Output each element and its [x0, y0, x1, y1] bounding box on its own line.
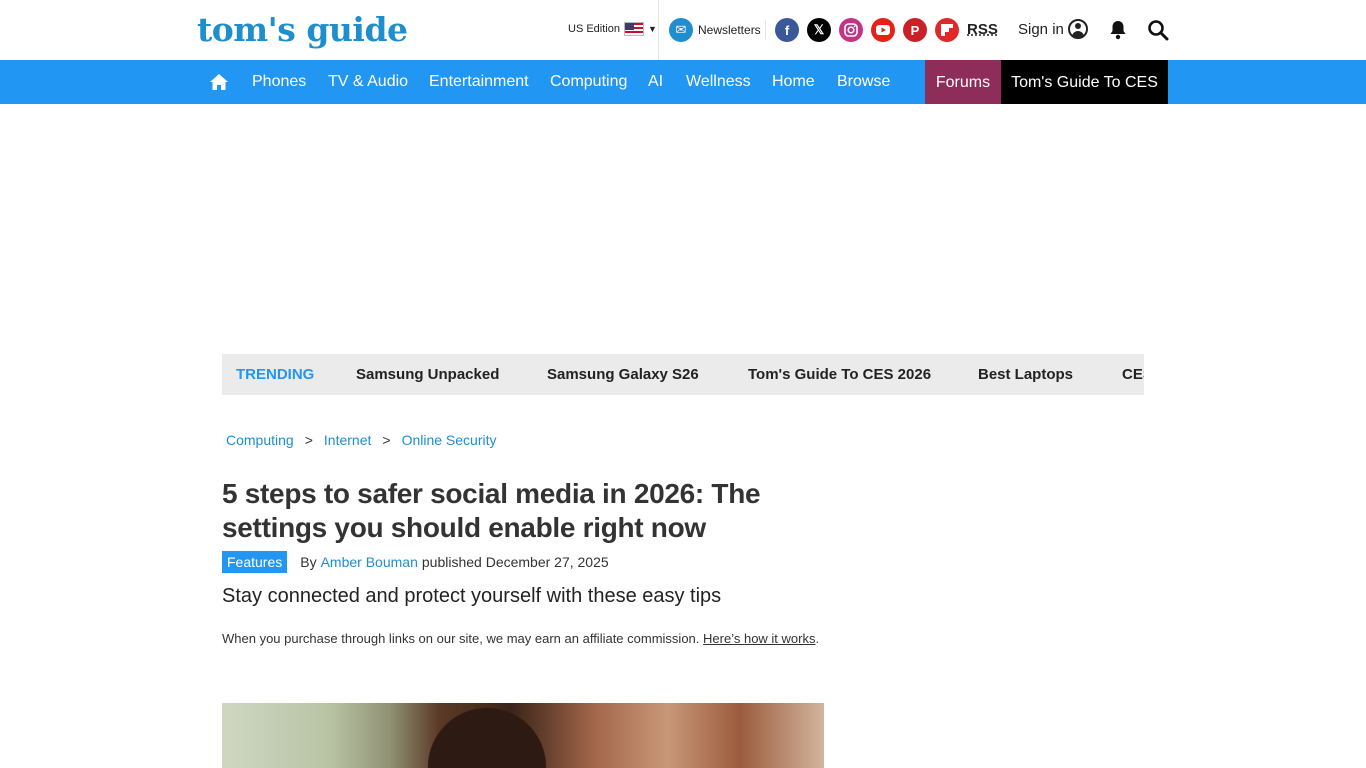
nav-tv-audio[interactable]: TV & Audio — [328, 60, 408, 104]
trending-item[interactable]: Tom's Guide To CES 2026 — [748, 354, 931, 395]
trending-item[interactable]: Best Laptops — [978, 354, 1073, 395]
nav-phones[interactable]: Phones — [252, 60, 306, 104]
bell-icon[interactable] — [1109, 20, 1127, 40]
pinterest-icon[interactable]: P — [903, 18, 927, 42]
article-meta: Features By Amber Bouman published Decem… — [222, 551, 609, 573]
hero-image — [222, 703, 824, 768]
breadcrumb-internet[interactable]: Internet — [324, 432, 371, 448]
trending-item[interactable]: Samsung Galaxy S26 — [547, 354, 699, 395]
breadcrumb-separator: > — [304, 432, 313, 448]
nav-ces[interactable]: Tom's Guide To CES — [1001, 60, 1168, 104]
affiliate-text: When you purchase through links on our s… — [222, 631, 700, 646]
nav-computing[interactable]: Computing — [550, 60, 627, 104]
nav-ai[interactable]: AI — [648, 60, 663, 104]
breadcrumb-online-security[interactable]: Online Security — [402, 432, 497, 448]
envelope-icon: ✉ — [669, 18, 693, 42]
nav-entertainment[interactable]: Entertainment — [429, 60, 529, 104]
site-logo[interactable]: tom's guide — [197, 8, 408, 52]
flipboard-icon[interactable] — [935, 18, 959, 42]
author-link[interactable]: Amber Bouman — [321, 554, 418, 570]
nav-browse[interactable]: Browse — [837, 60, 890, 104]
breadcrumb-computing[interactable]: Computing — [226, 432, 294, 448]
us-flag-icon — [623, 22, 644, 36]
nav-forums[interactable]: Forums — [925, 60, 1001, 104]
search-icon[interactable] — [1147, 19, 1169, 41]
publish-date: published December 27, 2025 — [421, 554, 609, 570]
instagram-icon[interactable] — [839, 18, 863, 42]
trending-item[interactable]: Samsung Unpacked — [356, 354, 499, 395]
trending-item[interactable]: CES — [1122, 354, 1144, 395]
sign-in-button[interactable]: Sign in — [1018, 19, 1088, 39]
rss-link[interactable]: RSS — [967, 21, 998, 38]
newsletters-label: Newsletters — [698, 23, 761, 37]
affiliate-period: . — [815, 631, 820, 646]
nav-wellness[interactable]: Wellness — [686, 60, 751, 104]
breadcrumb-separator: > — [382, 432, 391, 448]
user-icon — [1067, 19, 1088, 39]
site-header: tom's guide US Edition ▼ ✉ Newsletters f… — [0, 0, 1366, 60]
home-icon[interactable] — [209, 72, 229, 92]
divider — [765, 20, 766, 40]
byline-prefix: By — [300, 554, 317, 570]
affiliate-disclaimer: When you purchase through links on our s… — [222, 629, 822, 648]
facebook-icon[interactable]: f — [775, 18, 799, 42]
edition-label: US Edition — [568, 23, 620, 35]
trending-label: TRENDING — [236, 366, 315, 383]
hero-image-subject — [402, 703, 572, 768]
article-headline: 5 steps to safer social media in 2026: T… — [222, 478, 761, 543]
youtube-icon[interactable] — [871, 18, 895, 42]
main-nav: Phones TV & Audio Entertainment Computin… — [0, 60, 1366, 104]
category-badge[interactable]: Features — [222, 551, 288, 573]
article-strapline: Stay connected and protect yourself with… — [222, 585, 722, 607]
newsletters-link[interactable]: ✉ Newsletters — [669, 18, 761, 42]
chevron-down-icon: ▼ — [647, 24, 657, 34]
affiliate-link[interactable]: Here’s how it works — [703, 631, 815, 646]
trending-bar: TRENDING Samsung Unpacked Samsung Galaxy… — [222, 354, 1144, 395]
sign-in-label: Sign in — [1018, 20, 1064, 38]
breadcrumb: Computing > Internet > Online Security — [226, 432, 497, 448]
x-icon[interactable]: 𝕏 — [807, 18, 831, 42]
nav-home[interactable]: Home — [772, 60, 815, 104]
divider — [658, 0, 659, 60]
edition-selector[interactable]: US Edition ▼ — [568, 22, 657, 36]
